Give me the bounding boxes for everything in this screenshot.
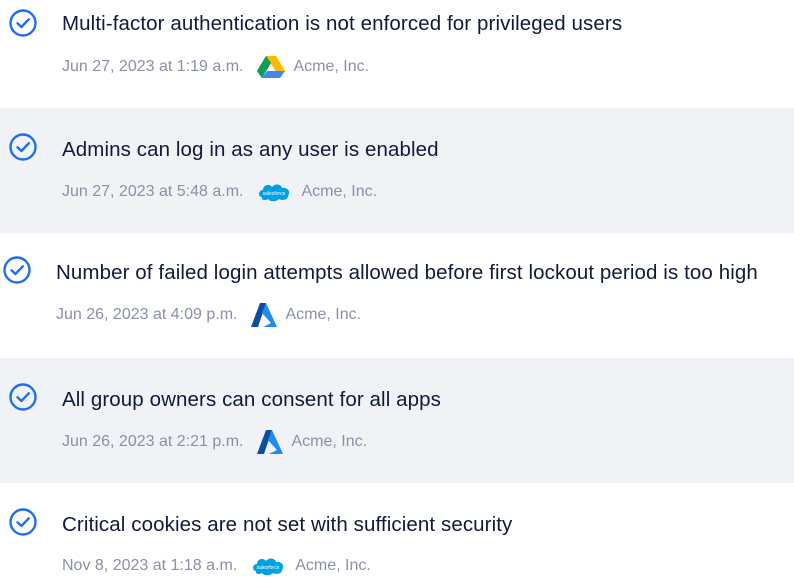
check-circle-icon bbox=[9, 383, 37, 411]
check-circle-icon bbox=[9, 133, 37, 161]
azure-icon bbox=[257, 430, 284, 454]
findings-list: Multi-factor authentication is not enfor… bbox=[0, 0, 794, 577]
finding-title: Multi-factor authentication is not enfor… bbox=[62, 12, 623, 35]
finding-date: Nov 8, 2023 at 1:18 a.m. bbox=[62, 557, 238, 574]
finding-row[interactable]: Critical cookies are not set with suffic… bbox=[0, 483, 794, 577]
finding-org: Acme, Inc. bbox=[293, 58, 370, 75]
finding-date: Jun 27, 2023 at 1:19 a.m. bbox=[62, 58, 244, 75]
salesforce-logo-text: salesforce bbox=[257, 565, 280, 571]
salesforce-icon: salesforce bbox=[253, 558, 284, 576]
azure-icon bbox=[251, 303, 278, 327]
finding-title: Number of failed login attempts allowed … bbox=[56, 261, 758, 284]
check-circle-icon bbox=[9, 9, 37, 37]
finding-meta: Jun 26, 2023 at 4:09 p.m. Acme, Inc. bbox=[56, 303, 361, 327]
finding-row[interactable]: All group owners can consent for all app… bbox=[0, 358, 794, 483]
finding-date: Jun 26, 2023 at 2:21 p.m. bbox=[62, 433, 244, 450]
check-circle-icon bbox=[9, 508, 37, 536]
finding-org: Acme, Inc. bbox=[285, 306, 362, 323]
google-drive-icon bbox=[257, 56, 286, 78]
finding-row[interactable]: Multi-factor authentication is not enfor… bbox=[0, 0, 794, 108]
finding-meta: Jun 26, 2023 at 2:21 p.m. Acme, Inc. bbox=[62, 430, 367, 454]
finding-meta: Jun 27, 2023 at 5:48 a.m. salesforce Acm… bbox=[62, 181, 377, 203]
finding-meta: Jun 27, 2023 at 1:19 a.m. Acme, Inc. bbox=[62, 56, 369, 78]
finding-row[interactable]: Number of failed login attempts allowed … bbox=[0, 233, 794, 358]
finding-title: All group owners can consent for all app… bbox=[62, 388, 442, 411]
finding-row[interactable]: Admins can log in as any user is enabled… bbox=[0, 108, 794, 233]
finding-date: Jun 27, 2023 at 5:48 a.m. bbox=[62, 183, 244, 200]
finding-title: Admins can log in as any user is enabled bbox=[62, 138, 439, 161]
salesforce-icon: salesforce bbox=[259, 184, 290, 202]
salesforce-logo-text: salesforce bbox=[263, 191, 286, 197]
finding-org: Acme, Inc. bbox=[295, 557, 371, 574]
finding-date: Jun 26, 2023 at 4:09 p.m. bbox=[56, 306, 238, 323]
finding-title: Critical cookies are not set with suffic… bbox=[62, 513, 513, 536]
finding-meta: Nov 8, 2023 at 1:18 a.m. salesforce Acme… bbox=[62, 555, 371, 577]
check-circle-icon bbox=[3, 256, 31, 284]
finding-org: Acme, Inc. bbox=[291, 433, 368, 450]
finding-org: Acme, Inc. bbox=[301, 183, 378, 200]
